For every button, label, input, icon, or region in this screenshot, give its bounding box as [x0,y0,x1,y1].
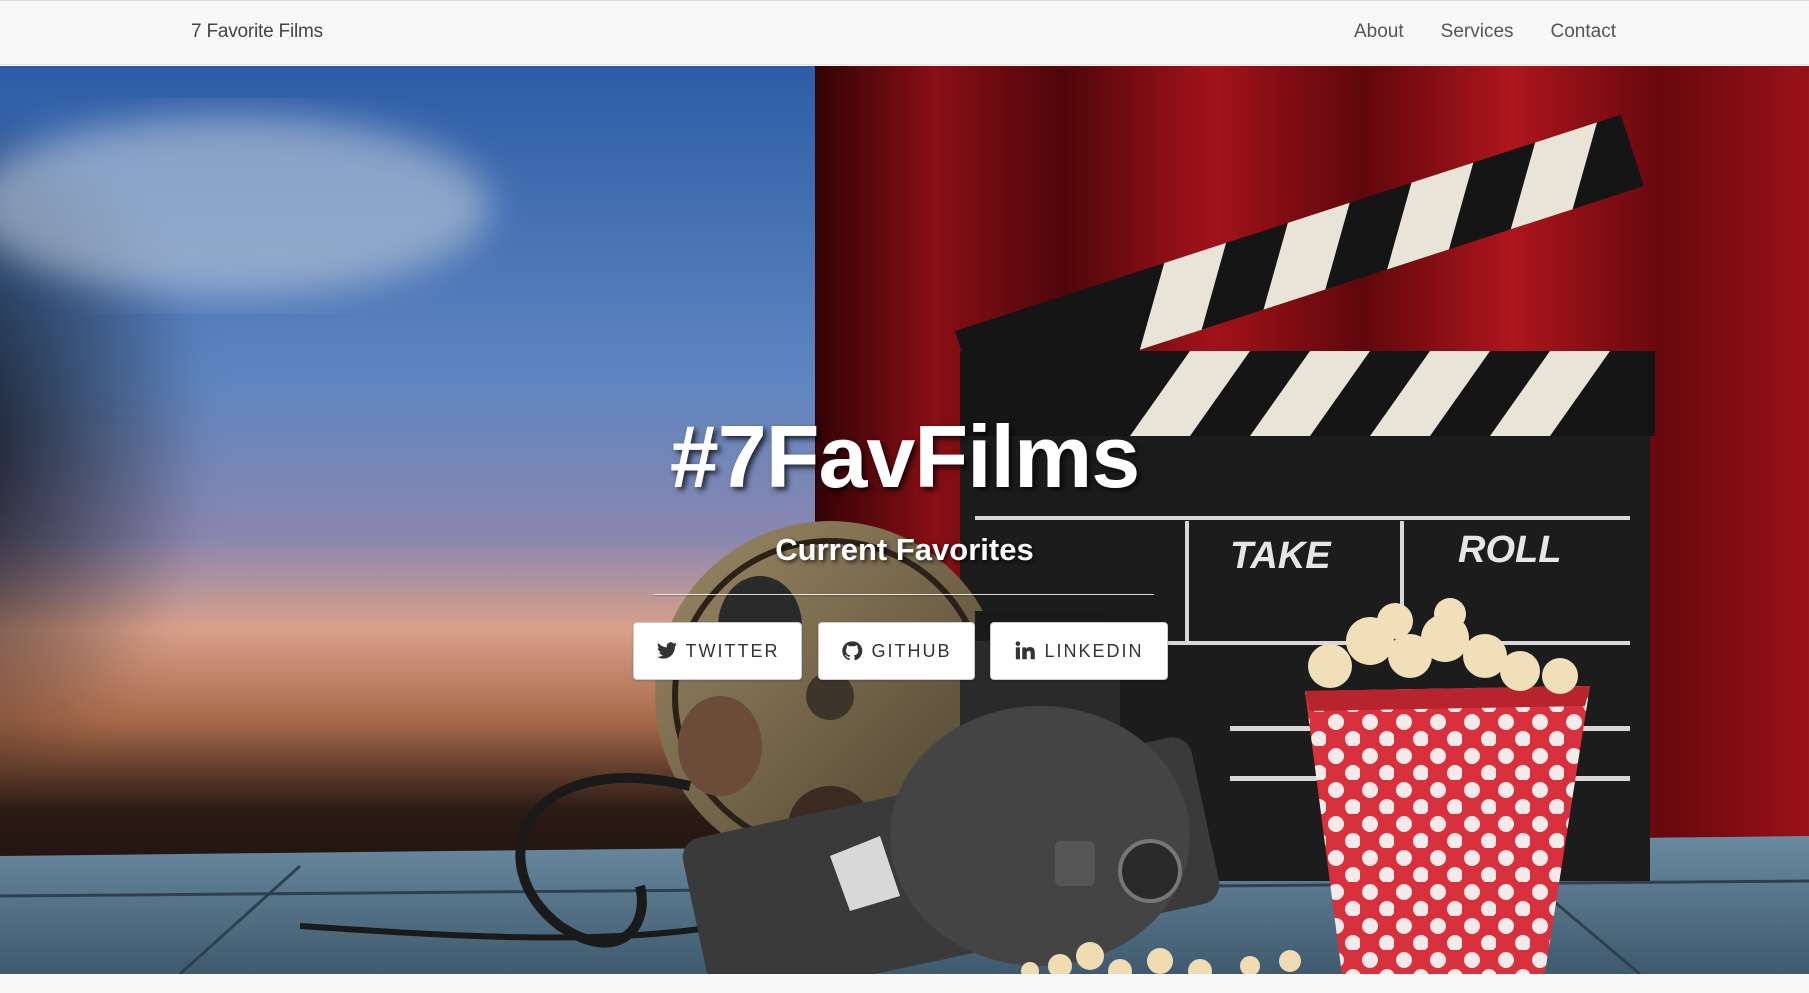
twitter-button[interactable]: TWITTER [633,622,802,680]
hero-section: TAKE ROLL #7FavFilms Current Favorites [0,66,1809,974]
nav-links: About Services Contact [1354,21,1616,43]
top-navbar: 7 Favorite Films About Services Contact [0,0,1809,65]
nav-contact-link[interactable]: Contact [1551,21,1616,43]
page-bottom-strip [0,974,1809,993]
github-button-label: GITHUB [871,640,952,661]
linkedin-button-label: LINKEDIN [1044,640,1144,661]
hero-subtitle: Current Favorites [775,532,1034,567]
linkedin-icon [1016,641,1036,660]
nav-about-link[interactable]: About [1354,21,1404,43]
github-button[interactable]: GITHUB [818,622,975,680]
hero-background-image: TAKE ROLL [0,66,1809,974]
twitter-button-label: TWITTER [685,640,780,661]
linkedin-button[interactable]: LINKEDIN [990,622,1168,680]
github-icon [842,641,863,661]
hero-title: #7FavFilms [669,407,1140,506]
twitter-icon [656,642,677,659]
nav-services-link[interactable]: Services [1441,21,1514,43]
hero-divider [654,594,1154,595]
brand-link[interactable]: 7 Favorite Films [191,21,323,43]
